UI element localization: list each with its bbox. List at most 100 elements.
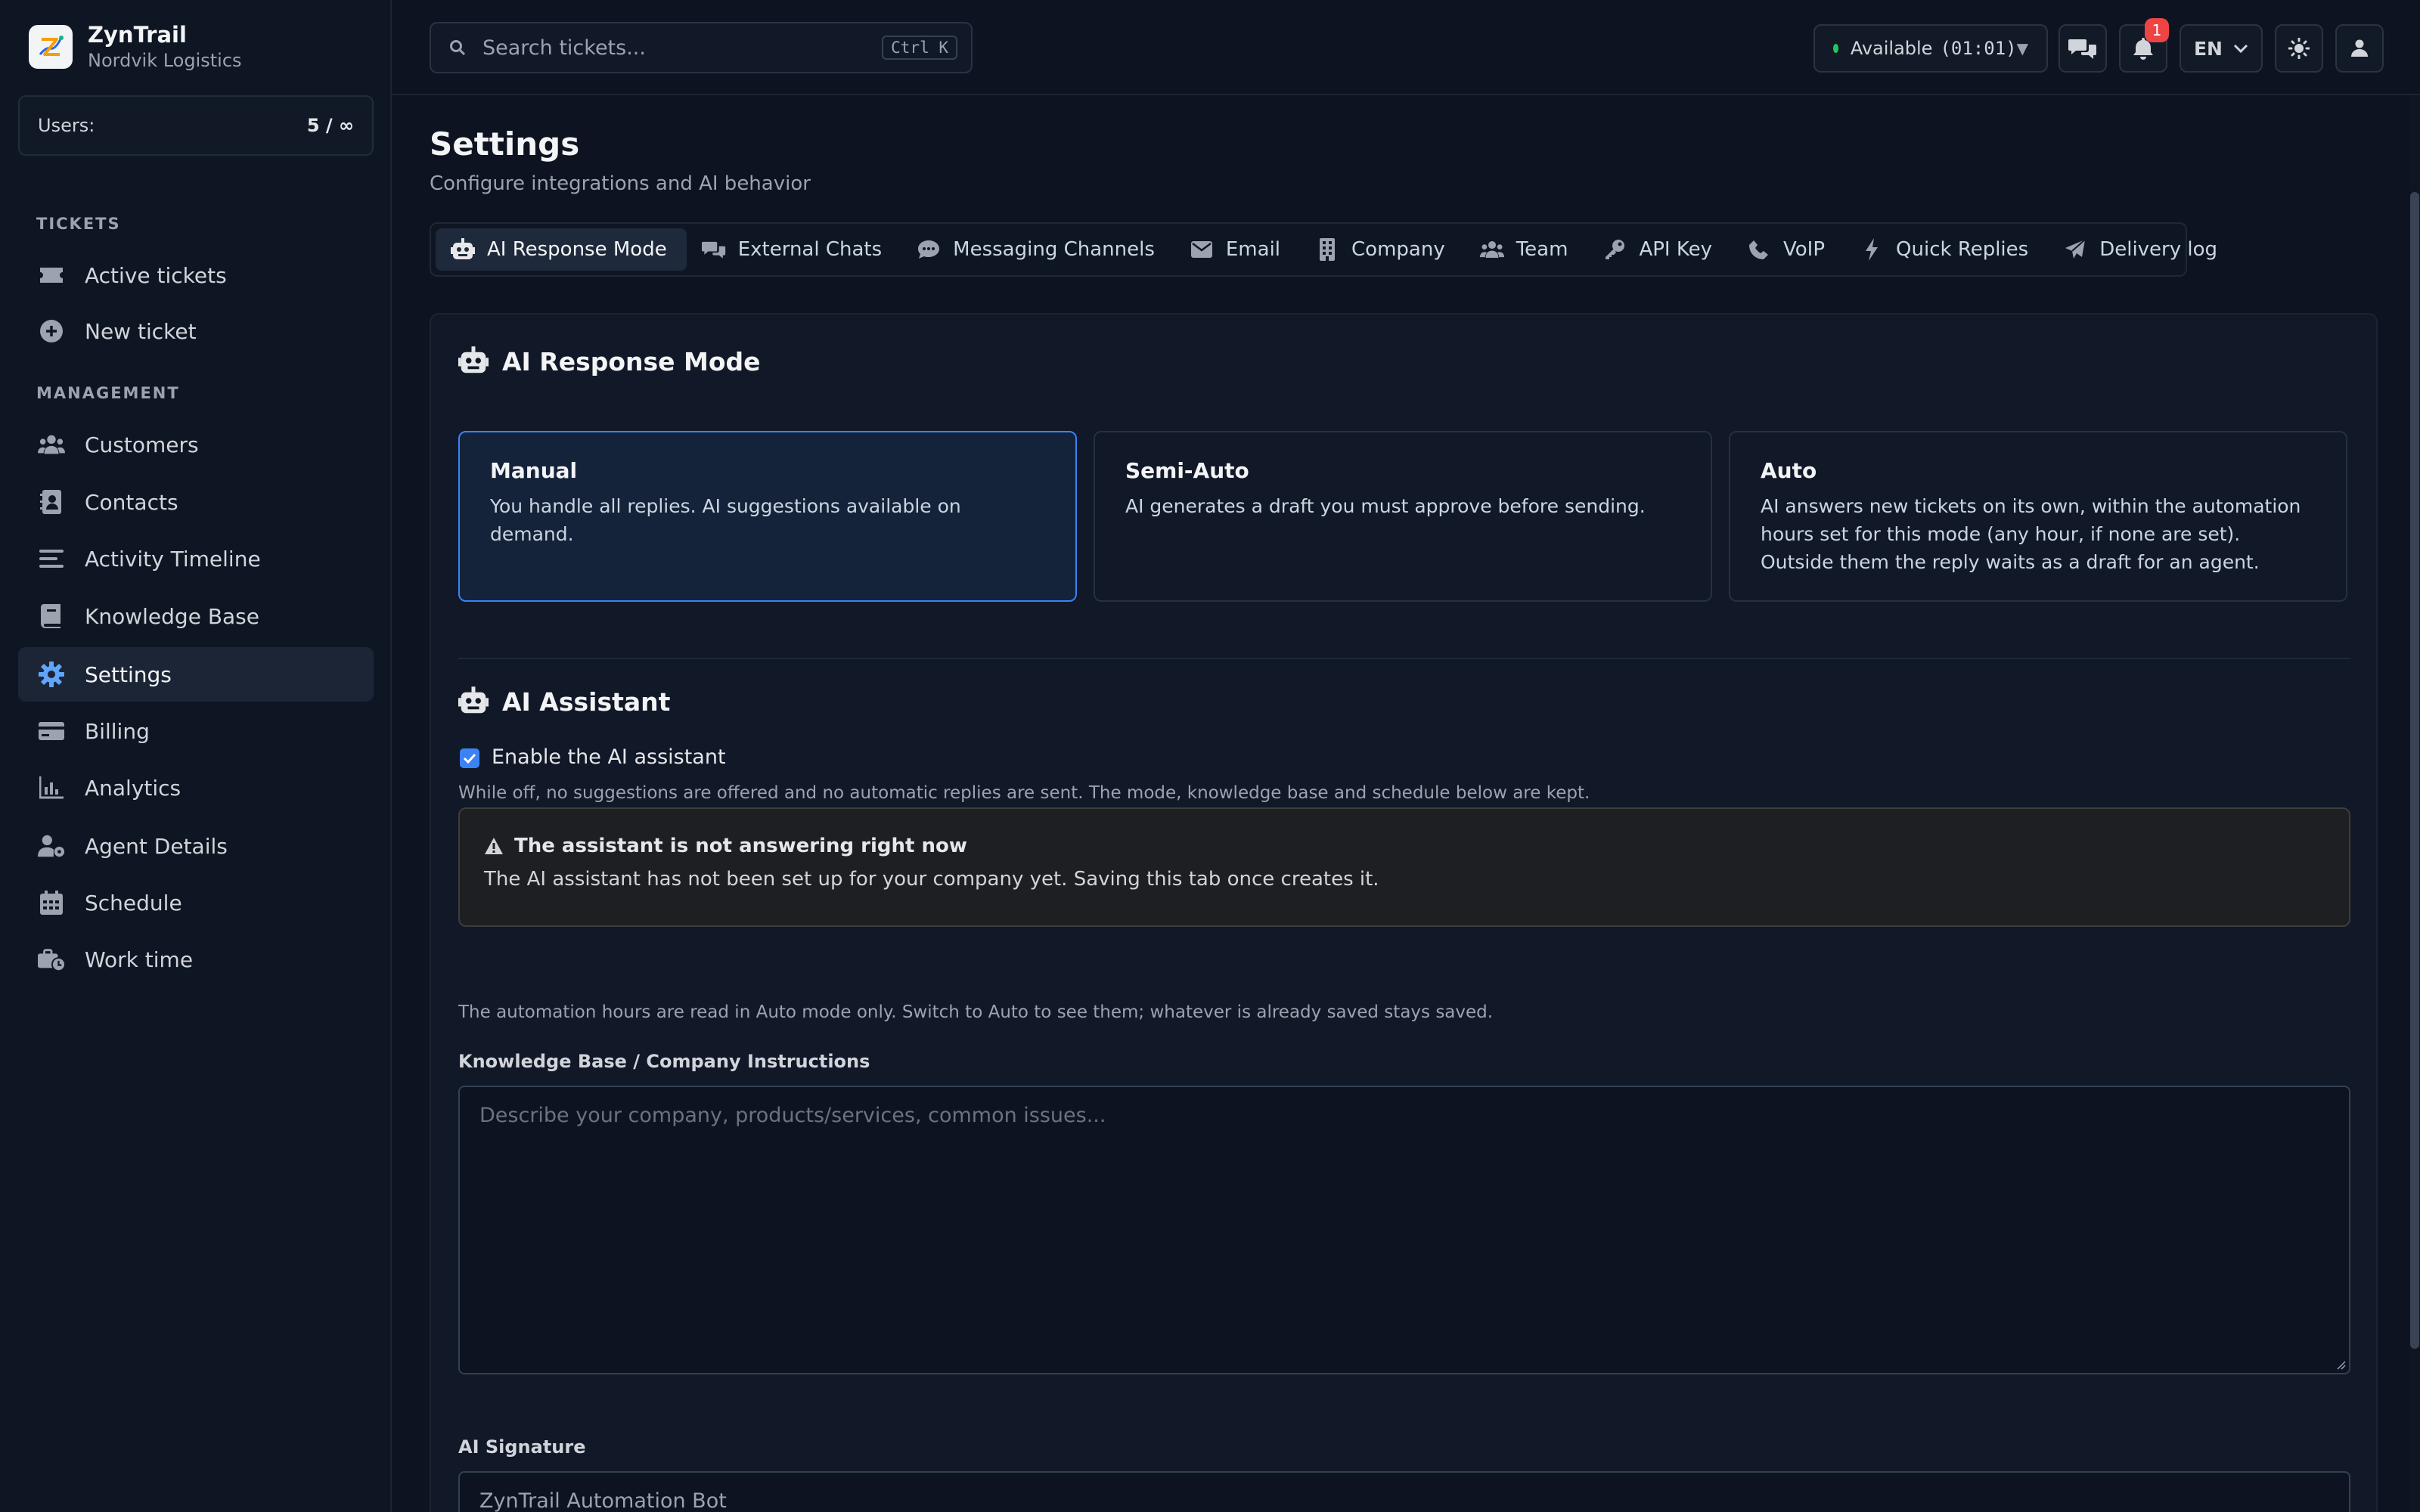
- tickets-section-heading: TICKETS: [36, 215, 121, 233]
- warning-title: The assistant is not answering right now: [514, 835, 967, 857]
- notification-count-badge: 1: [2145, 18, 2169, 42]
- page-subtitle: Configure integrations and AI behavior: [430, 172, 811, 195]
- tab-company[interactable]: Company: [1300, 228, 1465, 271]
- heading-text: AI Assistant: [502, 686, 671, 717]
- search-shortcut-hint: Ctrl K: [882, 36, 957, 60]
- mode-title: Semi-Auto: [1125, 458, 1249, 483]
- sidebar-item-customers[interactable]: Customers: [18, 417, 374, 472]
- sidebar-item-activity-timeline[interactable]: Activity Timeline: [18, 531, 374, 586]
- user-menu-button[interactable]: [2335, 24, 2384, 73]
- mode-description: You handle all replies. AI suggestions a…: [490, 495, 961, 545]
- mode-description: AI generates a draft you must approve be…: [1125, 495, 1646, 517]
- robot-icon: [451, 237, 475, 262]
- sidebar-item-work-time[interactable]: Work time: [18, 932, 374, 987]
- enable-assistant-hint: While off, no suggestions are offered an…: [458, 783, 1590, 803]
- tab-label: AI Response Mode: [487, 238, 667, 261]
- tab-team[interactable]: Team: [1465, 228, 1588, 271]
- search-placeholder: Search tickets...: [482, 36, 646, 60]
- knowledge-base-label: Knowledge Base / Company Instructions: [458, 1051, 870, 1072]
- availability-status-dropdown[interactable]: Available (01:01) ▼: [1813, 24, 2048, 73]
- sidebar-item-settings[interactable]: Settings: [18, 647, 374, 702]
- chart-icon: [38, 774, 65, 801]
- scrollbar-thumb[interactable]: [2410, 192, 2419, 1349]
- tab-voip[interactable]: VoIP: [1732, 228, 1844, 271]
- status-online-dot: [1833, 44, 1838, 53]
- tab-label: Company: [1351, 238, 1445, 261]
- notifications-button[interactable]: 1: [2119, 18, 2169, 73]
- mode-option-auto[interactable]: Auto AI answers new tickets on its own, …: [1729, 431, 2347, 602]
- tab-label: API Key: [1639, 238, 1712, 261]
- sidebar-item-label: Agent Details: [85, 833, 228, 859]
- users-icon: [38, 431, 65, 458]
- ai-assistant-heading: AI Assistant: [458, 686, 670, 717]
- top-header: Search tickets... Ctrl K Available (01:0…: [392, 0, 2420, 95]
- assistant-warning-box: The assistant is not answering right now…: [458, 807, 2350, 927]
- sidebar-item-label: Customers: [85, 432, 199, 457]
- key-icon: [1602, 237, 1627, 262]
- warning-title-row: The assistant is not answering right now: [484, 835, 2325, 857]
- users-quota: Users: 5 / ∞: [18, 95, 374, 156]
- sidebar-item-schedule[interactable]: Schedule: [18, 875, 374, 930]
- robot-icon: [458, 346, 489, 376]
- sidebar-item-label: Billing: [85, 718, 150, 744]
- sidebar-item-label: Knowledge Base: [85, 603, 259, 629]
- briefcase-clock-icon: [38, 946, 65, 973]
- tab-delivery-log[interactable]: Delivery log: [2048, 228, 2237, 271]
- page-scrollbar[interactable]: [2409, 95, 2420, 1512]
- sidebar-item-active-tickets[interactable]: Active tickets: [18, 248, 374, 302]
- language-selector[interactable]: EN: [2180, 24, 2263, 73]
- chats-icon: [701, 237, 726, 262]
- ai-signature-value: ZynTrail Automation Bot: [479, 1489, 727, 1512]
- chats-icon: [2068, 37, 2097, 60]
- sidebar-item-knowledge-base[interactable]: Knowledge Base: [18, 589, 374, 643]
- sidebar-item-billing[interactable]: Billing: [18, 704, 374, 758]
- knowledge-base-textarea[interactable]: Describe your company, products/services…: [458, 1086, 2350, 1374]
- bolt-icon: [1860, 237, 1884, 262]
- sidebar-item-analytics[interactable]: Analytics: [18, 761, 374, 815]
- mode-option-semi-auto[interactable]: Semi-Auto AI generates a draft you must …: [1094, 431, 1712, 602]
- mode-title: Auto: [1761, 458, 1817, 483]
- timeline-icon: [38, 545, 65, 572]
- tab-label: Quick Replies: [1896, 238, 2029, 261]
- mode-option-manual[interactable]: Manual You handle all replies. AI sugges…: [458, 431, 1077, 602]
- tab-quick-replies[interactable]: Quick Replies: [1844, 228, 2048, 271]
- tab-api-key[interactable]: API Key: [1587, 228, 1732, 271]
- chats-button[interactable]: [2059, 24, 2107, 73]
- users-count: 5 / ∞: [306, 115, 354, 136]
- sidebar-item-new-ticket[interactable]: New ticket: [18, 304, 374, 358]
- tab-ai-response-mode[interactable]: AI Response Mode: [436, 228, 687, 271]
- sidebar-item-agent-details[interactable]: Agent Details: [18, 819, 374, 873]
- tab-email[interactable]: Email: [1174, 228, 1300, 271]
- settings-panel: AI Response Mode Manual You handle all r…: [430, 313, 2378, 1512]
- ai-signature-label: AI Signature: [458, 1436, 586, 1458]
- tab-label: Messaging Channels: [953, 238, 1155, 261]
- resize-grip-icon[interactable]: [2335, 1359, 2346, 1370]
- settings-tabs: AI Response Mode External Chats Messagin…: [430, 222, 2217, 277]
- management-section-heading: MANAGEMENT: [36, 384, 180, 402]
- tab-external-chats[interactable]: External Chats: [687, 228, 901, 271]
- theme-toggle-button[interactable]: [2275, 24, 2323, 73]
- enable-assistant-label[interactable]: Enable the AI assistant: [492, 745, 726, 769]
- message-icon: [917, 237, 941, 262]
- book-icon: [38, 603, 65, 630]
- building-icon: [1315, 237, 1339, 262]
- sidebar-item-label: Schedule: [85, 890, 182, 916]
- tab-label: Team: [1516, 238, 1568, 261]
- tab-label: Email: [1225, 238, 1281, 261]
- sidebar-item-label: New ticket: [85, 318, 197, 344]
- sidebar-item-label: Active tickets: [85, 262, 227, 288]
- calendar-icon: [38, 889, 65, 916]
- ticket-icon: [38, 262, 65, 289]
- robot-icon: [458, 686, 489, 717]
- brand[interactable]: ZynTrail Nordvik Logistics: [29, 21, 242, 73]
- sidebar-item-contacts[interactable]: Contacts: [18, 475, 374, 529]
- user-icon: [2351, 39, 2368, 57]
- tab-label: Delivery log: [2099, 238, 2218, 261]
- heading-text: AI Response Mode: [502, 346, 761, 376]
- user-gear-icon: [38, 832, 65, 860]
- tab-label: External Chats: [737, 238, 883, 261]
- search-input[interactable]: Search tickets... Ctrl K: [430, 22, 973, 73]
- enable-assistant-checkbox[interactable]: [460, 748, 479, 768]
- ai-signature-input[interactable]: ZynTrail Automation Bot: [458, 1471, 2350, 1512]
- tab-messaging-channels[interactable]: Messaging Channels: [901, 228, 1174, 271]
